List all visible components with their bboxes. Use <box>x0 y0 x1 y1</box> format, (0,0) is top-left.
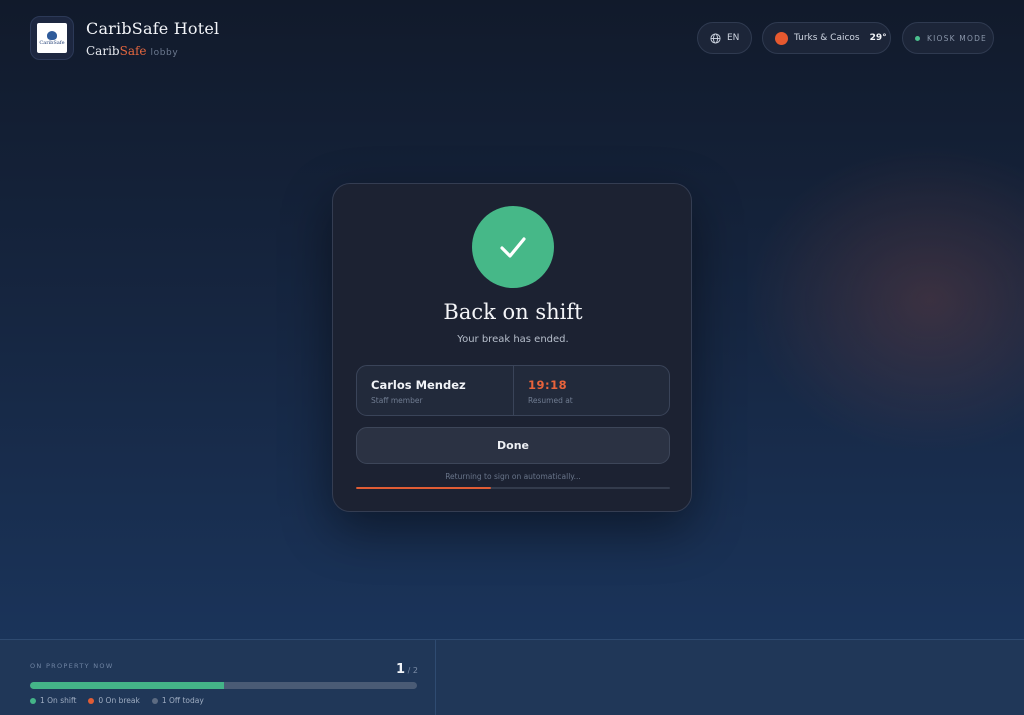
brand-subtitle: CaribSafe lobby <box>86 40 178 59</box>
on-property-total: 2 <box>412 666 418 675</box>
legend-on-shift: 1 On shift <box>30 696 76 705</box>
globe-icon <box>710 32 721 44</box>
header: CaribSafe CaribSafe Hotel CaribSafe lobby… <box>0 0 1024 80</box>
hotel-name: CaribSafe Hotel <box>86 19 220 38</box>
status-dot-icon <box>915 35 920 41</box>
brand-subtitle-part2: Safe <box>119 44 147 58</box>
sun-icon <box>775 31 788 45</box>
legend-off-today-label: 1 Off today <box>161 696 204 705</box>
on-shift-fill <box>30 682 224 689</box>
location-tag: lobby <box>150 48 179 58</box>
on-property-bar <box>30 682 417 689</box>
resumed-time-label: Resumed at <box>528 396 573 405</box>
hotel-logo: CaribSafe <box>30 16 74 60</box>
shift-info-panel: Carlos Mendez Staff member 19:18 Resumed… <box>356 365 670 416</box>
auto-return-progress-fill <box>356 487 492 489</box>
on-property-count: 1 / 2 <box>396 662 418 677</box>
card-title: Back on shift <box>443 300 583 324</box>
kiosk-mode-badge: KIOSK MODE <box>902 22 994 54</box>
legend-on-break: 0 On break <box>88 696 140 705</box>
kiosk-mode-label: KIOSK MODE <box>927 33 987 43</box>
legend-on-shift-label: 1 On shift <box>40 696 77 705</box>
resumed-time: 19:18 <box>528 378 568 392</box>
weather-temperature: 29° <box>869 33 887 43</box>
card-subtitle: Your break has ended. <box>457 334 569 345</box>
logo-text: CaribSafe <box>39 39 65 46</box>
staff-name-label: Staff member <box>371 396 423 405</box>
panel-divider <box>435 640 436 715</box>
weather-location: Turks & Caicos <box>794 33 860 43</box>
legend-dot-icon <box>88 697 95 704</box>
on-property-label: ON PROPERTY NOW <box>30 662 114 670</box>
info-divider <box>513 366 514 415</box>
language-button[interactable]: EN <box>697 22 752 54</box>
legend-dot-icon <box>151 697 158 704</box>
property-status-panel: ON PROPERTY NOW 1 / 2 1 On shift 0 On br… <box>0 639 1024 715</box>
success-badge <box>472 206 554 288</box>
logo-mark-icon <box>47 30 57 40</box>
status-legend: 1 On shift 0 On break 1 Off today <box>30 696 204 705</box>
weather-widget: Turks & Caicos 29° <box>762 22 891 54</box>
staff-name: Carlos Mendez <box>371 378 466 392</box>
on-property-current: 1 <box>396 662 406 677</box>
checkmark-icon <box>500 237 526 258</box>
brand-subtitle-part1: Carib <box>86 44 120 58</box>
done-button[interactable]: Done <box>356 427 670 464</box>
back-on-shift-card: Back on shift Your break has ended. Carl… <box>332 183 692 512</box>
auto-return-progress <box>356 487 670 489</box>
auto-return-notice: Returning to sign on automatically... <box>445 472 581 481</box>
legend-dot-icon <box>30 697 36 704</box>
legend-on-break-label: 0 On break <box>98 696 140 705</box>
legend-off-today: 1 Off today <box>151 696 204 705</box>
language-label: EN <box>727 33 740 43</box>
